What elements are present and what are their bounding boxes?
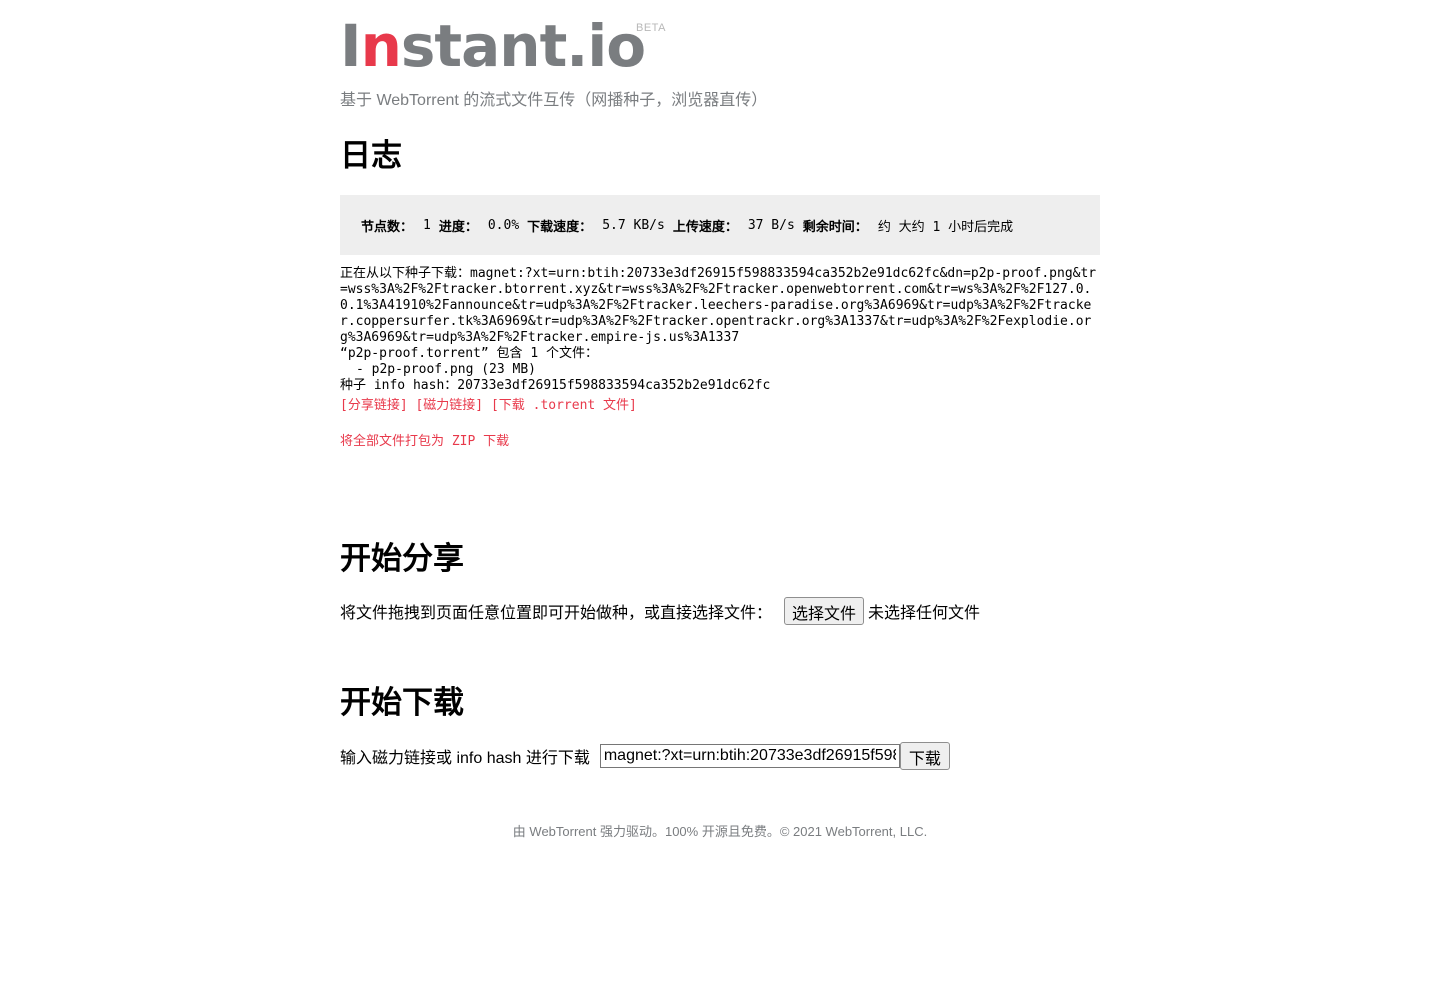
footer: 由 WebTorrent 强力驱动。100% 开源且免费。© 2021 WebT… <box>512 824 928 839</box>
upload-speed-value: 37 B/s <box>747 217 795 233</box>
log-line-contains: “p2p-proof.torrent” 包含 1 个文件： <box>340 346 599 361</box>
download-instruction: 输入磁力链接或 info hash 进行下载 <box>340 750 590 767</box>
torrent-status-bar: 节点数： 1 进度： 0.0% 下载速度： 5.7 KB/s 上传速度： 37 … <box>340 195 1100 255</box>
log-line-file: - p2p-proof.png (23 MB) <box>356 362 537 377</box>
download-heading: 开始下载 <box>340 685 464 720</box>
log-line-zip: 将全部文件打包为 ZIP 下载 <box>340 434 1100 450</box>
tagline: 基于 WebTorrent 的流式文件互传（网播种子，浏览器直传） <box>340 92 768 109</box>
peers-value: 1 <box>423 217 431 233</box>
torrent-file-link[interactable]: [下载 .torrent 文件] <box>491 398 637 413</box>
progress-label: 进度： <box>438 218 478 234</box>
upload-speed-label: 上传速度： <box>672 218 738 234</box>
log-spacer <box>340 414 1100 434</box>
progress-value: 0.0% <box>487 217 520 233</box>
share-link[interactable]: [分享链接] <box>340 398 408 413</box>
log-output: 正在从以下种子下载：magnet:?xt=urn:btih:20733e3df2… <box>340 266 1100 450</box>
download-speed-label: 下载速度： <box>527 218 593 234</box>
logo[interactable]: Instant.io BETA <box>340 14 670 78</box>
download-row: 输入磁力链接或 info hash 进行下载 下载 <box>340 742 950 770</box>
peers-label: 节点数： <box>361 218 414 234</box>
no-file-selected-text: 未选择任何文件 <box>868 605 981 622</box>
log-line-downloading: 正在从以下种子下载：magnet:?xt=urn:btih:20733e3df2… <box>340 266 1097 345</box>
remaining-time-value: 约 大约 1 小时后完成 <box>877 219 1014 235</box>
logo-wordmark: Instant.io <box>340 12 646 80</box>
remaining-time-label: 剩余时间： <box>802 218 868 234</box>
beta-badge: BETA <box>636 22 666 34</box>
share-instruction: 将文件拖拽到页面任意位置即可开始做种，或直接选择文件： <box>340 605 773 622</box>
download-button[interactable]: 下载 <box>899 742 950 770</box>
log-links: [分享链接] [磁力链接] [下载 .torrent 文件] <box>340 398 1100 414</box>
magnet-input[interactable] <box>599 744 900 768</box>
share-row: 将文件拖拽到页面任意位置即可开始做种，或直接选择文件： 选择文件 未选择任何文件 <box>340 597 980 625</box>
choose-file-button[interactable]: 选择文件 <box>784 597 865 625</box>
log-heading: 日志 <box>340 138 402 173</box>
log-line-info-hash: 种子 info hash：20733e3df26915f598833594ca3… <box>340 378 771 393</box>
magnet-link[interactable]: [磁力链接] <box>415 398 483 413</box>
share-heading: 开始分享 <box>340 541 464 576</box>
logo-accent-letter: n <box>360 12 402 80</box>
download-speed-value: 5.7 KB/s <box>602 217 665 233</box>
zip-download-link[interactable]: 将全部文件打包为 ZIP 下载 <box>340 434 509 449</box>
